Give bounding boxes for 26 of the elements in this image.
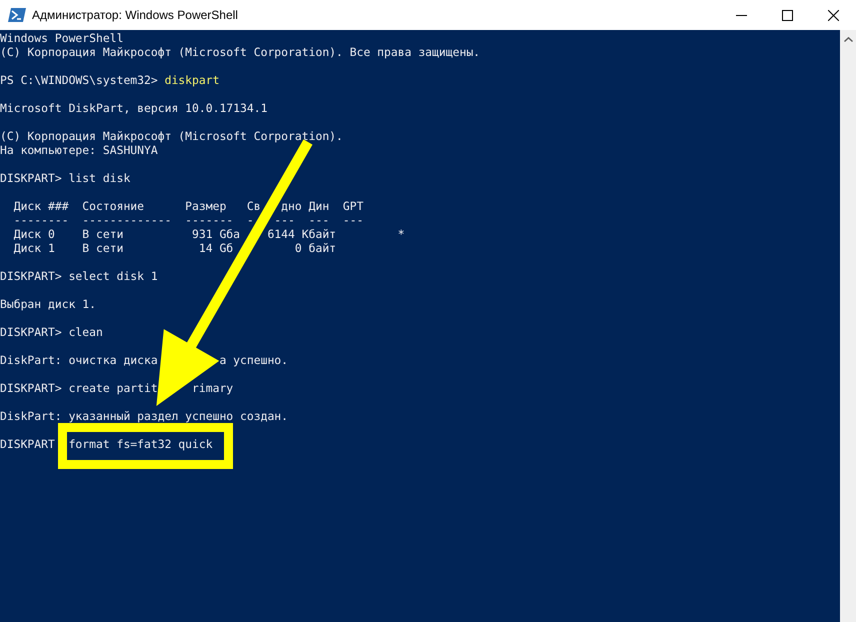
- console-line: DiskPart: указанный раздел успешно создан.: [0, 409, 288, 423]
- console-line: DISKPART> clean: [0, 325, 103, 339]
- minimize-icon: [736, 14, 746, 16]
- console-line: (C) Корпорация Майкрософт (Microsoft Corporation). Все права защищены.: [0, 45, 480, 59]
- close-icon: [828, 10, 838, 20]
- console-line: Microsoft DiskPart, версия 10.0.17134.1: [0, 101, 268, 115]
- console-line: (C) Корпорация Майкрософт (Microsoft Corporation).: [0, 129, 343, 143]
- window-title: Администратор: Windows PowerShell: [32, 8, 238, 22]
- console-line: Диск ### Состояние Размер Св дно Дин GPT: [12, 199, 364, 213]
- command-text: diskpart: [164, 73, 220, 87]
- console-line: DISKPART> list disk: [0, 171, 130, 185]
- console-line: DISKPART> select disk 1: [0, 269, 158, 283]
- console-line: DiskPart: очистка диска а успешно.: [0, 353, 288, 367]
- console-line: Выбран диск 1.: [0, 297, 96, 311]
- prompt-text: PS C:\WINDOWS\system32>: [0, 73, 159, 87]
- console-line: -------- ------------- ------- - --- --- ---: [12, 213, 364, 227]
- console-line: DISKPART> create partit rimary: [0, 381, 234, 395]
- scrollbar[interactable]: [840, 30, 856, 622]
- console-line: DISKPART format fs=fat32 quick: [0, 437, 213, 451]
- scroll-up-icon: [844, 37, 852, 42]
- powershell-icon: [8, 8, 26, 22]
- console-line: Диск 0 В сети 931 Gба 6144 Кбайт *: [12, 227, 405, 241]
- console-line: Диск 1 В сети 14 Gб 0 байт: [12, 241, 336, 255]
- maximize-icon: [782, 10, 792, 20]
- console-line: Windows PowerShell: [0, 31, 124, 45]
- console-line: На компьютере: SASHUNYA: [0, 143, 158, 157]
